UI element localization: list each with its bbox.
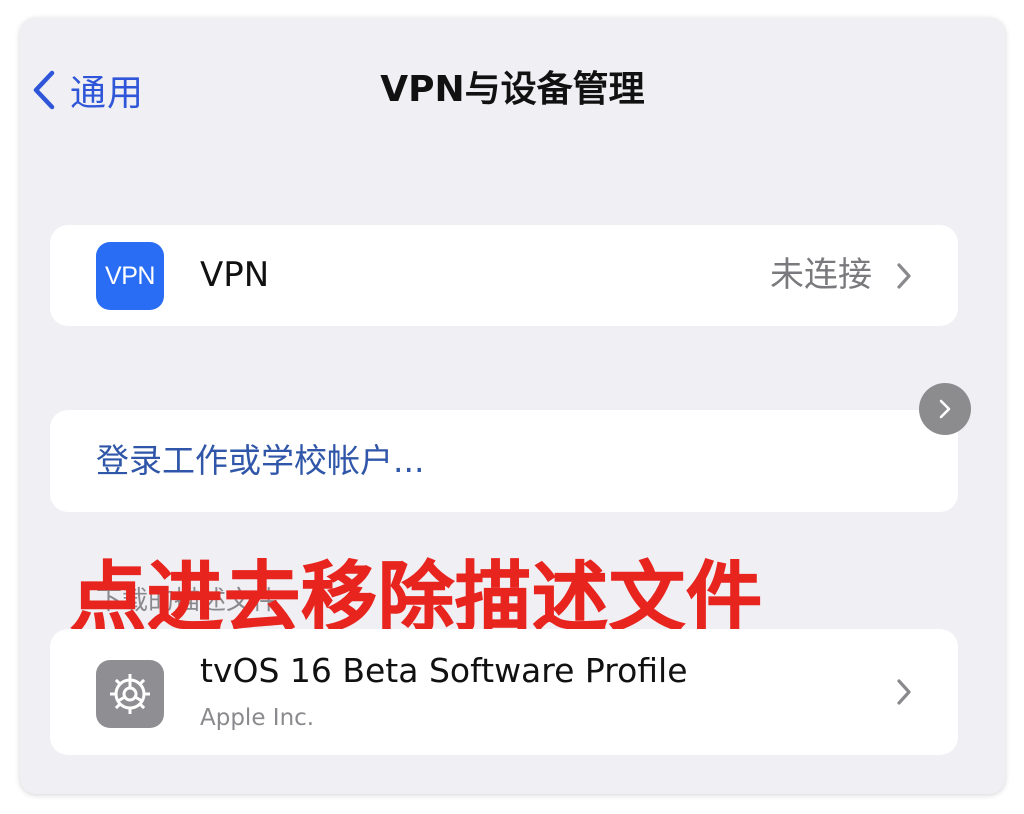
vpn-icon: VPN (96, 242, 164, 310)
page-title: VPN与设备管理 (380, 69, 645, 110)
settings-screen: 通用 VPN与设备管理 VPN VPN 未连接 登录工作或学校帐户... 下载的… (20, 18, 1005, 794)
vpn-row-label: VPN (200, 255, 270, 295)
login-row[interactable]: 登录工作或学校帐户... (50, 410, 958, 512)
profile-organization: Apple Inc. (200, 705, 315, 731)
vpn-status: 未连接 (770, 255, 872, 295)
chevron-right-icon (897, 263, 911, 289)
floating-assistive-button[interactable] (919, 383, 971, 435)
chevron-right-icon (939, 399, 951, 419)
profile-name: tvOS 16 Beta Software Profile (200, 651, 688, 690)
chevron-right-icon (897, 679, 911, 705)
profile-row[interactable]: tvOS 16 Beta Software Profile Apple Inc. (50, 629, 958, 755)
login-work-school-account-link[interactable]: 登录工作或学校帐户... (96, 410, 424, 512)
gear-icon (96, 660, 164, 728)
vpn-row[interactable]: VPN VPN 未连接 (50, 225, 958, 326)
